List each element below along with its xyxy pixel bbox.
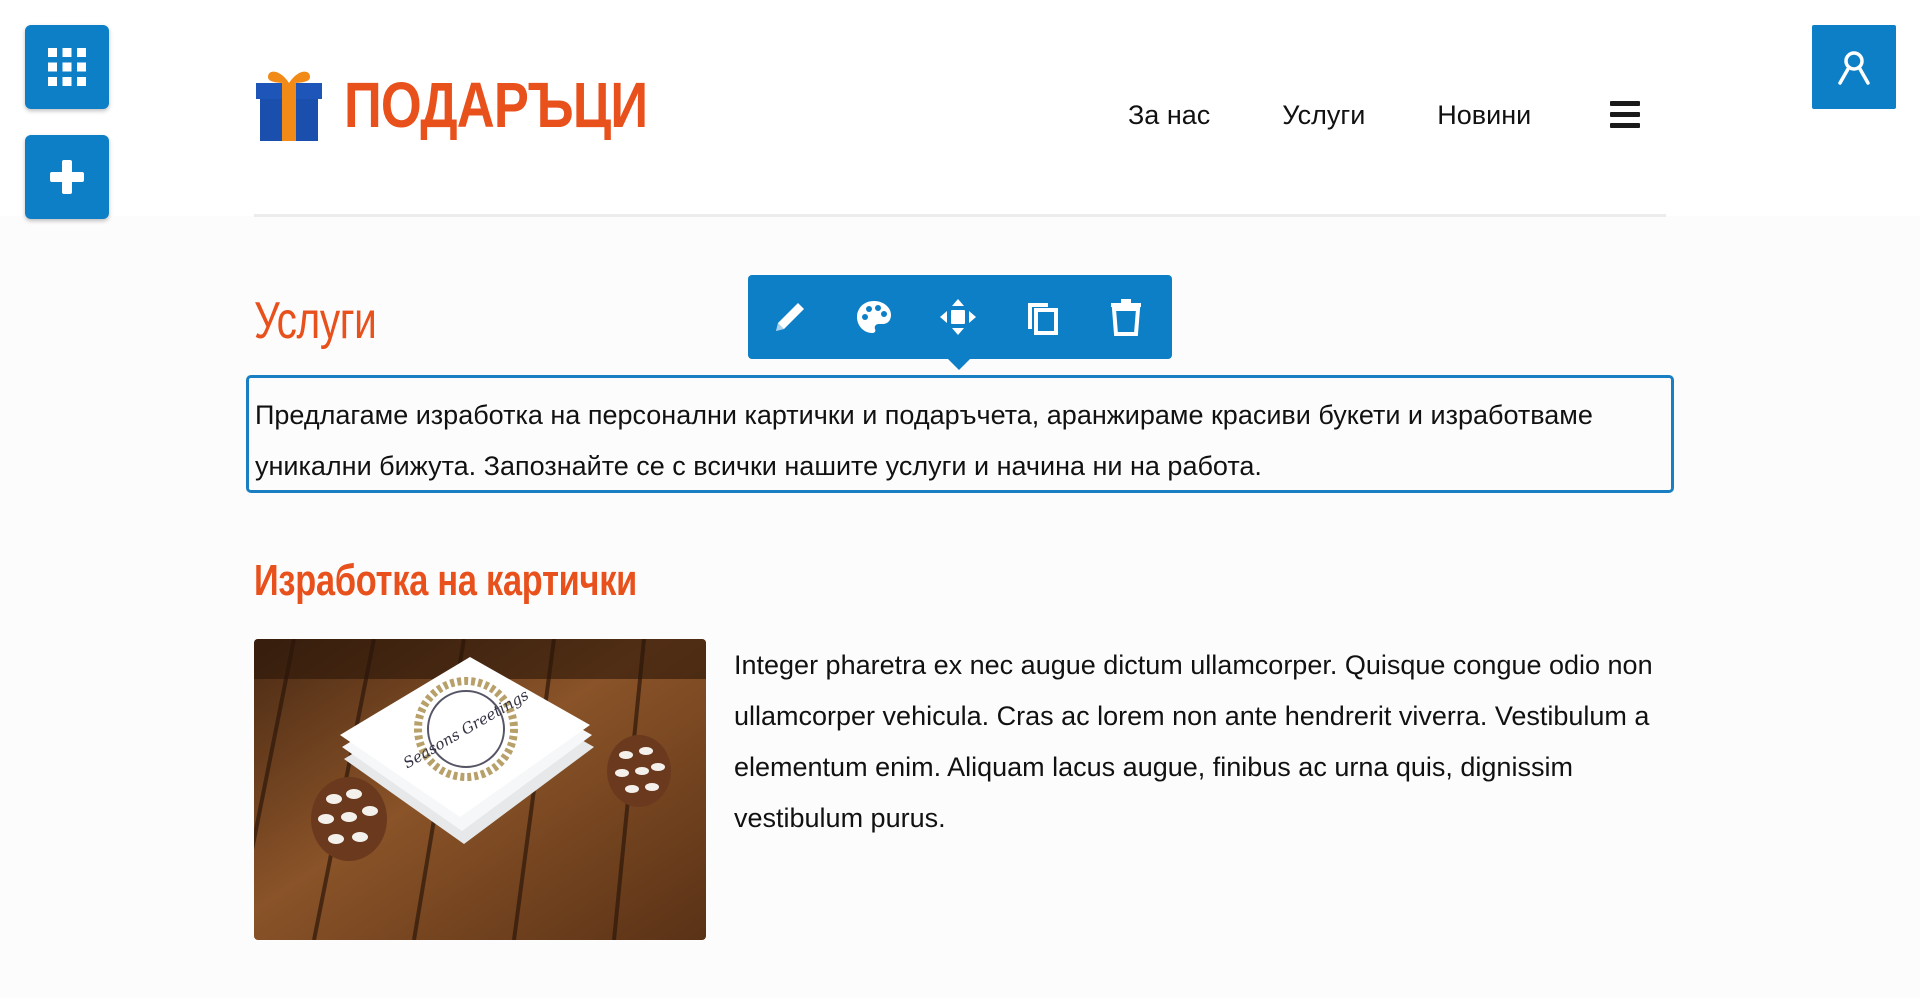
section-text[interactable]: Integer pharetra ex nec augue dictum ull… — [734, 640, 1674, 844]
pencil-icon — [776, 303, 804, 331]
duplicate-button[interactable] — [1020, 295, 1064, 339]
brand-name: ПОДАРЪЦИ — [344, 69, 648, 141]
trash-icon — [1111, 299, 1141, 336]
move-button[interactable] — [936, 295, 980, 339]
copy-icon — [1028, 303, 1058, 335]
plus-icon — [50, 160, 84, 194]
site-logo[interactable]: ПОДАРЪЦИ — [254, 64, 714, 146]
greeting-card-image[interactable]: Seasons Greetings — [254, 639, 706, 940]
page-title: Услуги — [254, 292, 377, 350]
selected-text-block[interactable]: Предлагаме изработка на персонални карти… — [246, 375, 1674, 493]
card-photo: Seasons Greetings — [254, 639, 706, 940]
toolbar-pointer — [947, 358, 971, 370]
move-icon — [940, 299, 976, 335]
section-title: Изработка на картички — [254, 556, 638, 605]
palette-icon — [857, 301, 891, 333]
user-account-button[interactable] — [1812, 25, 1896, 109]
nav-link-about[interactable]: За нас — [1128, 96, 1210, 134]
apps-grid-icon — [48, 48, 86, 86]
nav-link-services[interactable]: Услуги — [1282, 96, 1365, 134]
add-block-button[interactable] — [25, 135, 109, 219]
header-divider — [254, 214, 1666, 217]
intro-text[interactable]: Предлагаме изработка на персонални карти… — [255, 390, 1671, 492]
apps-button[interactable] — [25, 25, 109, 109]
main-nav: За нас Услуги Новини — [1128, 96, 1603, 134]
menu-icon[interactable] — [1610, 101, 1640, 129]
nav-link-news[interactable]: Новини — [1437, 96, 1531, 134]
block-toolbar — [748, 275, 1172, 359]
delete-button[interactable] — [1104, 295, 1148, 339]
user-icon — [1838, 51, 1870, 85]
gift-icon — [256, 71, 322, 141]
style-button[interactable] — [852, 295, 896, 339]
edit-button[interactable] — [768, 295, 812, 339]
